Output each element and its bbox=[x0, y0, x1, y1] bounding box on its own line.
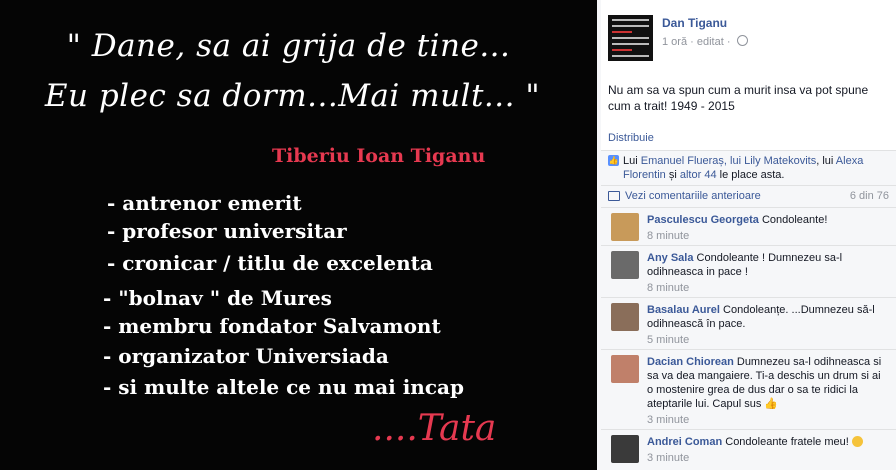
quote-line-2: Eu plec sa dorm...Mai mult... " bbox=[44, 78, 541, 114]
avatar[interactable] bbox=[611, 213, 639, 241]
comment-text: Condoleante! bbox=[761, 214, 828, 226]
achievement-item: - antrenor emerit bbox=[107, 191, 302, 215]
comment: Dacian Chiorean Dumnezeu sa-l odihneasca… bbox=[601, 349, 896, 430]
comment-time[interactable]: 3 minute bbox=[647, 413, 889, 427]
comment-time[interactable]: 3 minute bbox=[647, 451, 889, 465]
comment: Andrei Coman Condoleante fratele meu! 3 … bbox=[601, 429, 896, 470]
comment-author[interactable]: Andrei Coman bbox=[647, 436, 722, 448]
comment-bubble-icon bbox=[608, 191, 620, 201]
share-link[interactable]: Distribuie bbox=[608, 132, 654, 144]
other-likers-link[interactable]: altor 44 bbox=[680, 169, 717, 181]
post-time[interactable]: 1 oră bbox=[662, 36, 687, 48]
post-photo[interactable]: " Dane, sa ai grija de tine... Eu plec s… bbox=[0, 0, 597, 470]
avatar[interactable] bbox=[611, 251, 639, 279]
achievement-item: - cronicar / titlu de excelenta bbox=[107, 251, 433, 275]
globe-icon[interactable] bbox=[736, 35, 748, 46]
comment: Any Sala Condoleante ! Dumnezeu sa-l odi… bbox=[601, 245, 896, 298]
achievement-item: - profesor universitar bbox=[107, 219, 347, 243]
avatar[interactable] bbox=[611, 435, 639, 463]
comment-time[interactable]: 8 minute bbox=[647, 229, 889, 243]
quote-line-1: " Dane, sa ai grija de tine... bbox=[66, 28, 511, 64]
avatar[interactable] bbox=[611, 303, 639, 331]
comment-author[interactable]: Pasculescu Georgeta bbox=[647, 214, 759, 226]
comment-count: 6 din 76 bbox=[849, 190, 889, 202]
comment-author[interactable]: Dacian Chiorean bbox=[647, 356, 734, 368]
achievement-item: - si multe altele ce nu mai incap bbox=[103, 375, 464, 399]
like-thumb-icon: 👍 bbox=[764, 398, 779, 410]
like-thumb-icon: 👍 bbox=[608, 155, 619, 166]
post-edited[interactable]: editat bbox=[697, 36, 724, 48]
post-text: Nu am sa va spun cum a murit insa va pot… bbox=[608, 83, 869, 113]
post-side-panel: Dan Tiganu 1 oră · editat · Nu am sa va … bbox=[601, 0, 896, 470]
post-author-link[interactable]: Dan Tiganu bbox=[662, 16, 727, 30]
comment-time[interactable]: 5 minute bbox=[647, 333, 889, 347]
signature: ....Tata bbox=[372, 408, 497, 449]
view-previous-comments[interactable]: Vezi comentariile anterioare 6 din 76 bbox=[601, 185, 896, 207]
comment-text: Condoleante fratele meu! bbox=[725, 436, 849, 448]
smile-emoji-icon bbox=[851, 436, 863, 447]
comment-time[interactable]: 8 minute bbox=[647, 281, 889, 295]
likes-suffix: le place asta. bbox=[719, 169, 785, 181]
likes-bar: 👍 Lui Emanuel Flueraș, lui Lily Matekovi… bbox=[601, 150, 896, 185]
likers-link[interactable]: Emanuel Flueraș, lui Lily Matekovits bbox=[641, 155, 816, 167]
likes-mid: , lui bbox=[816, 155, 834, 167]
comment-author[interactable]: Any Sala bbox=[647, 252, 693, 264]
photo-name: Tiberiu Ioan Tiganu bbox=[272, 145, 486, 167]
comment: Basalau Aurel Condoleanțe. ...Dumnezeu s… bbox=[601, 297, 896, 350]
likes-text: Lui Emanuel Flueraș, lui Lily Matekovits… bbox=[623, 154, 885, 182]
achievement-item: - "bolnav " de Mures bbox=[103, 286, 332, 310]
comment: Pasculescu Georgeta Condoleante! 8 minut… bbox=[601, 207, 896, 246]
achievement-item: - membru fondator Salvamont bbox=[103, 314, 441, 338]
likes-and: și bbox=[668, 169, 677, 181]
comment-author[interactable]: Basalau Aurel bbox=[647, 304, 720, 316]
likes-prefix: Lui bbox=[623, 155, 638, 167]
achievement-item: - organizator Universiada bbox=[103, 344, 389, 368]
view-previous-label[interactable]: Vezi comentariile anterioare bbox=[625, 190, 761, 202]
avatar[interactable] bbox=[611, 355, 639, 383]
post-meta: 1 oră · editat · bbox=[662, 35, 748, 48]
author-avatar[interactable] bbox=[608, 15, 653, 61]
